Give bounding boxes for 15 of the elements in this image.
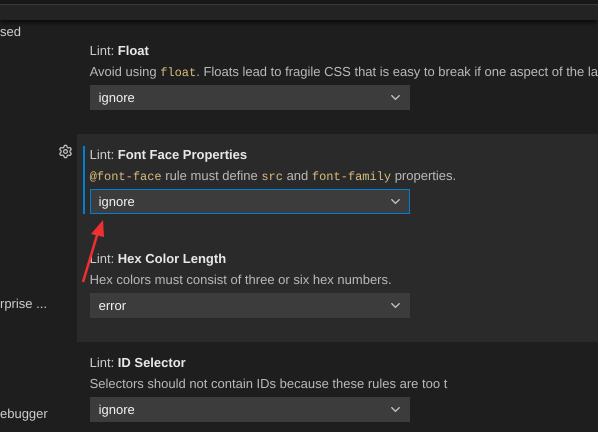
setting-description: Selectors should not contain IDs because these rules are too t (90, 375, 448, 393)
setting-description: Hex colors must consist of three or six hex numbers. (90, 271, 392, 289)
setting-description: @font-face rule must define src and font-family properties. (90, 167, 456, 185)
sidebar-item[interactable]: sed (0, 24, 21, 40)
dropdown[interactable]: ignore (90, 397, 410, 422)
setting-description: Avoid using float. Floats lead to fragile CSS that is easy to break if one aspect of the la (90, 63, 598, 81)
dropdown[interactable]: error (90, 293, 410, 318)
dropdown[interactable]: ignore (90, 189, 410, 214)
setting-title: Lint: Float (90, 42, 149, 60)
settings-icon[interactable] (58, 144, 74, 159)
sidebar-item[interactable]: rprise ... (0, 296, 47, 312)
setting-title: Lint: Font Face Properties (90, 146, 248, 164)
dropdown[interactable]: ignore (90, 85, 410, 110)
setting-title: Lint: ID Selector (90, 354, 186, 372)
sidebar-item[interactable]: ebugger (0, 406, 48, 422)
